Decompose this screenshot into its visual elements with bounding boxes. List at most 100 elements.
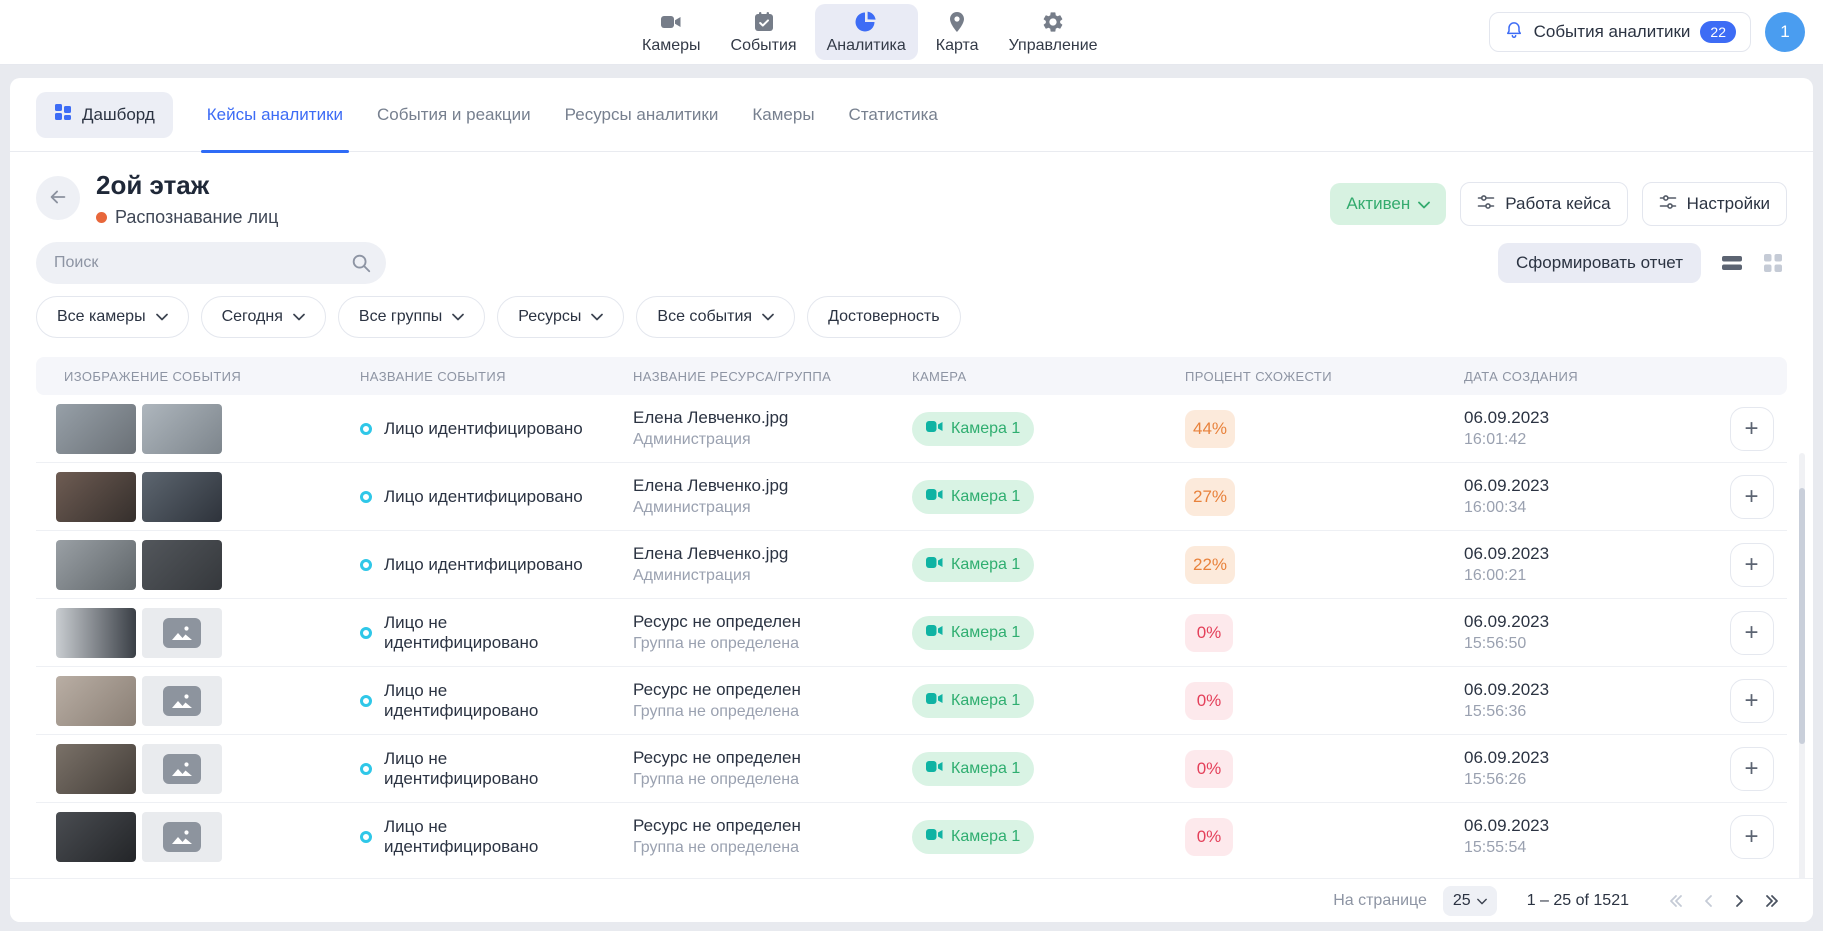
resource-thumbnail[interactable]	[142, 812, 222, 862]
camera-cell: Камера 1	[884, 548, 1157, 582]
column-header: НАЗВАНИЕ СОБЫТИЯ	[332, 369, 605, 384]
event-images-cell	[56, 540, 332, 590]
table-body: Лицо идентифицировано Елена Левченко.jpg…	[36, 395, 1787, 869]
filter-all-cameras[interactable]: Все камеры	[36, 296, 189, 338]
event-date: 06.09.2023	[1464, 612, 1549, 632]
event-time: 16:00:21	[1464, 567, 1526, 585]
add-to-report-button[interactable]: +	[1730, 407, 1774, 451]
camera-badge[interactable]: Камера 1	[912, 480, 1034, 514]
camera-badge[interactable]: Камера 1	[912, 616, 1034, 650]
resource-group: Администрация	[633, 431, 751, 449]
gear-icon	[1041, 10, 1065, 34]
camera-badge[interactable]: Камера 1	[912, 684, 1034, 718]
next-page-button[interactable]	[1731, 891, 1747, 911]
event-thumbnail[interactable]	[56, 540, 136, 590]
filter-date[interactable]: Сегодня	[201, 296, 326, 338]
nav-item-management[interactable]: Управление	[997, 4, 1110, 60]
table-row: Лицо идентифицировано Елена Левченко.jpg…	[36, 395, 1787, 463]
camera-name: Камера 1	[951, 692, 1020, 710]
resource-name: Елена Левченко.jpg	[633, 544, 788, 564]
actions-cell: +	[1716, 475, 1787, 519]
add-to-report-button[interactable]: +	[1730, 611, 1774, 655]
prev-page-button[interactable]	[1701, 891, 1717, 911]
analytics-events-button[interactable]: События аналитики 22	[1489, 12, 1751, 52]
add-to-report-button[interactable]: +	[1730, 679, 1774, 723]
table-row: Лицо не идентифицировано Ресурс не опред…	[36, 667, 1787, 735]
resource-thumbnail[interactable]	[142, 472, 222, 522]
grid-view-button[interactable]	[1763, 253, 1783, 273]
nav-item-cameras[interactable]: Камеры	[630, 4, 713, 60]
add-to-report-button[interactable]: +	[1730, 543, 1774, 587]
resource-thumbnail[interactable]	[142, 404, 222, 454]
first-page-button[interactable]	[1665, 891, 1687, 911]
filter-all-events[interactable]: Все события	[636, 296, 795, 338]
tab-cameras[interactable]: Камеры	[752, 78, 814, 152]
resource-thumbnail[interactable]	[142, 676, 222, 726]
camera-badge[interactable]: Камера 1	[912, 752, 1034, 786]
event-time: 16:00:34	[1464, 499, 1526, 517]
camera-name: Камера 1	[951, 624, 1020, 642]
filter-label: Сегодня	[222, 308, 283, 326]
case-status-dropdown[interactable]: Активен	[1330, 183, 1446, 225]
percent-badge: 0%	[1185, 682, 1233, 720]
search-input[interactable]	[36, 242, 386, 284]
resource-thumbnail[interactable]	[142, 540, 222, 590]
scrollbar-thumb[interactable]	[1799, 488, 1805, 744]
tab-statistics[interactable]: Статистика	[849, 78, 938, 152]
event-time: 15:55:54	[1464, 839, 1526, 857]
resource-thumbnail[interactable]	[142, 744, 222, 794]
avatar[interactable]: 1	[1765, 12, 1805, 52]
event-time: 15:56:50	[1464, 635, 1526, 653]
nav-item-analytics[interactable]: Аналитика	[815, 4, 918, 60]
event-name: Лицо идентифицировано	[384, 487, 583, 507]
event-images-cell	[56, 472, 332, 522]
image-placeholder-icon	[163, 754, 201, 784]
tab-analytics-resources[interactable]: Ресурсы аналитики	[565, 78, 719, 152]
filter-resources[interactable]: Ресурсы	[497, 296, 624, 338]
event-date: 06.09.2023	[1464, 816, 1549, 836]
vertical-scrollbar[interactable]	[1799, 453, 1805, 895]
chevron-down-icon	[591, 308, 603, 326]
event-thumbnail[interactable]	[56, 812, 136, 862]
camera-icon	[926, 828, 943, 846]
nav-label: Аналитика	[827, 37, 906, 55]
event-name: Лицо не идентифицировано	[384, 613, 605, 653]
resource-group: Группа не определена	[633, 839, 799, 857]
event-thumbnail[interactable]	[56, 404, 136, 454]
event-name-cell: Лицо идентифицировано	[332, 487, 605, 507]
camera-badge[interactable]: Камера 1	[912, 412, 1034, 446]
add-to-report-button[interactable]: +	[1730, 475, 1774, 519]
generate-report-button[interactable]: Сформировать отчет	[1498, 243, 1701, 283]
actions-cell: +	[1716, 407, 1787, 451]
camera-badge[interactable]: Камера 1	[912, 548, 1034, 582]
tab-dashboard[interactable]: Дашборд	[36, 92, 173, 138]
settings-button[interactable]: Настройки	[1642, 182, 1787, 226]
event-name: Лицо не идентифицировано	[384, 681, 605, 721]
back-button[interactable]	[36, 176, 80, 220]
tab-events-reactions[interactable]: События и реакции	[377, 78, 531, 152]
nav-label: Управление	[1009, 37, 1098, 55]
nav-item-map[interactable]: Карта	[924, 4, 991, 60]
event-thumbnail[interactable]	[56, 608, 136, 658]
arrow-left-icon	[47, 186, 69, 211]
add-to-report-button[interactable]: +	[1730, 747, 1774, 791]
event-images-cell	[56, 608, 332, 658]
filter-confidence[interactable]: Достоверность	[807, 296, 960, 338]
tab-analytics-cases[interactable]: Кейсы аналитики	[207, 78, 343, 152]
percent-cell: 0%	[1157, 682, 1436, 720]
list-view-button[interactable]	[1721, 254, 1743, 272]
filter-all-groups[interactable]: Все группы	[338, 296, 485, 338]
camera-cell: Камера 1	[884, 616, 1157, 650]
camera-name: Камера 1	[951, 828, 1020, 846]
add-to-report-button[interactable]: +	[1730, 815, 1774, 859]
event-thumbnail[interactable]	[56, 676, 136, 726]
camera-icon	[926, 556, 943, 574]
event-thumbnail[interactable]	[56, 744, 136, 794]
per-page-select[interactable]: 25	[1443, 886, 1497, 916]
case-work-button[interactable]: Работа кейса	[1460, 182, 1627, 226]
camera-badge[interactable]: Камера 1	[912, 820, 1034, 854]
last-page-button[interactable]	[1761, 891, 1783, 911]
resource-thumbnail[interactable]	[142, 608, 222, 658]
nav-item-events[interactable]: События	[719, 4, 809, 60]
event-thumbnail[interactable]	[56, 472, 136, 522]
